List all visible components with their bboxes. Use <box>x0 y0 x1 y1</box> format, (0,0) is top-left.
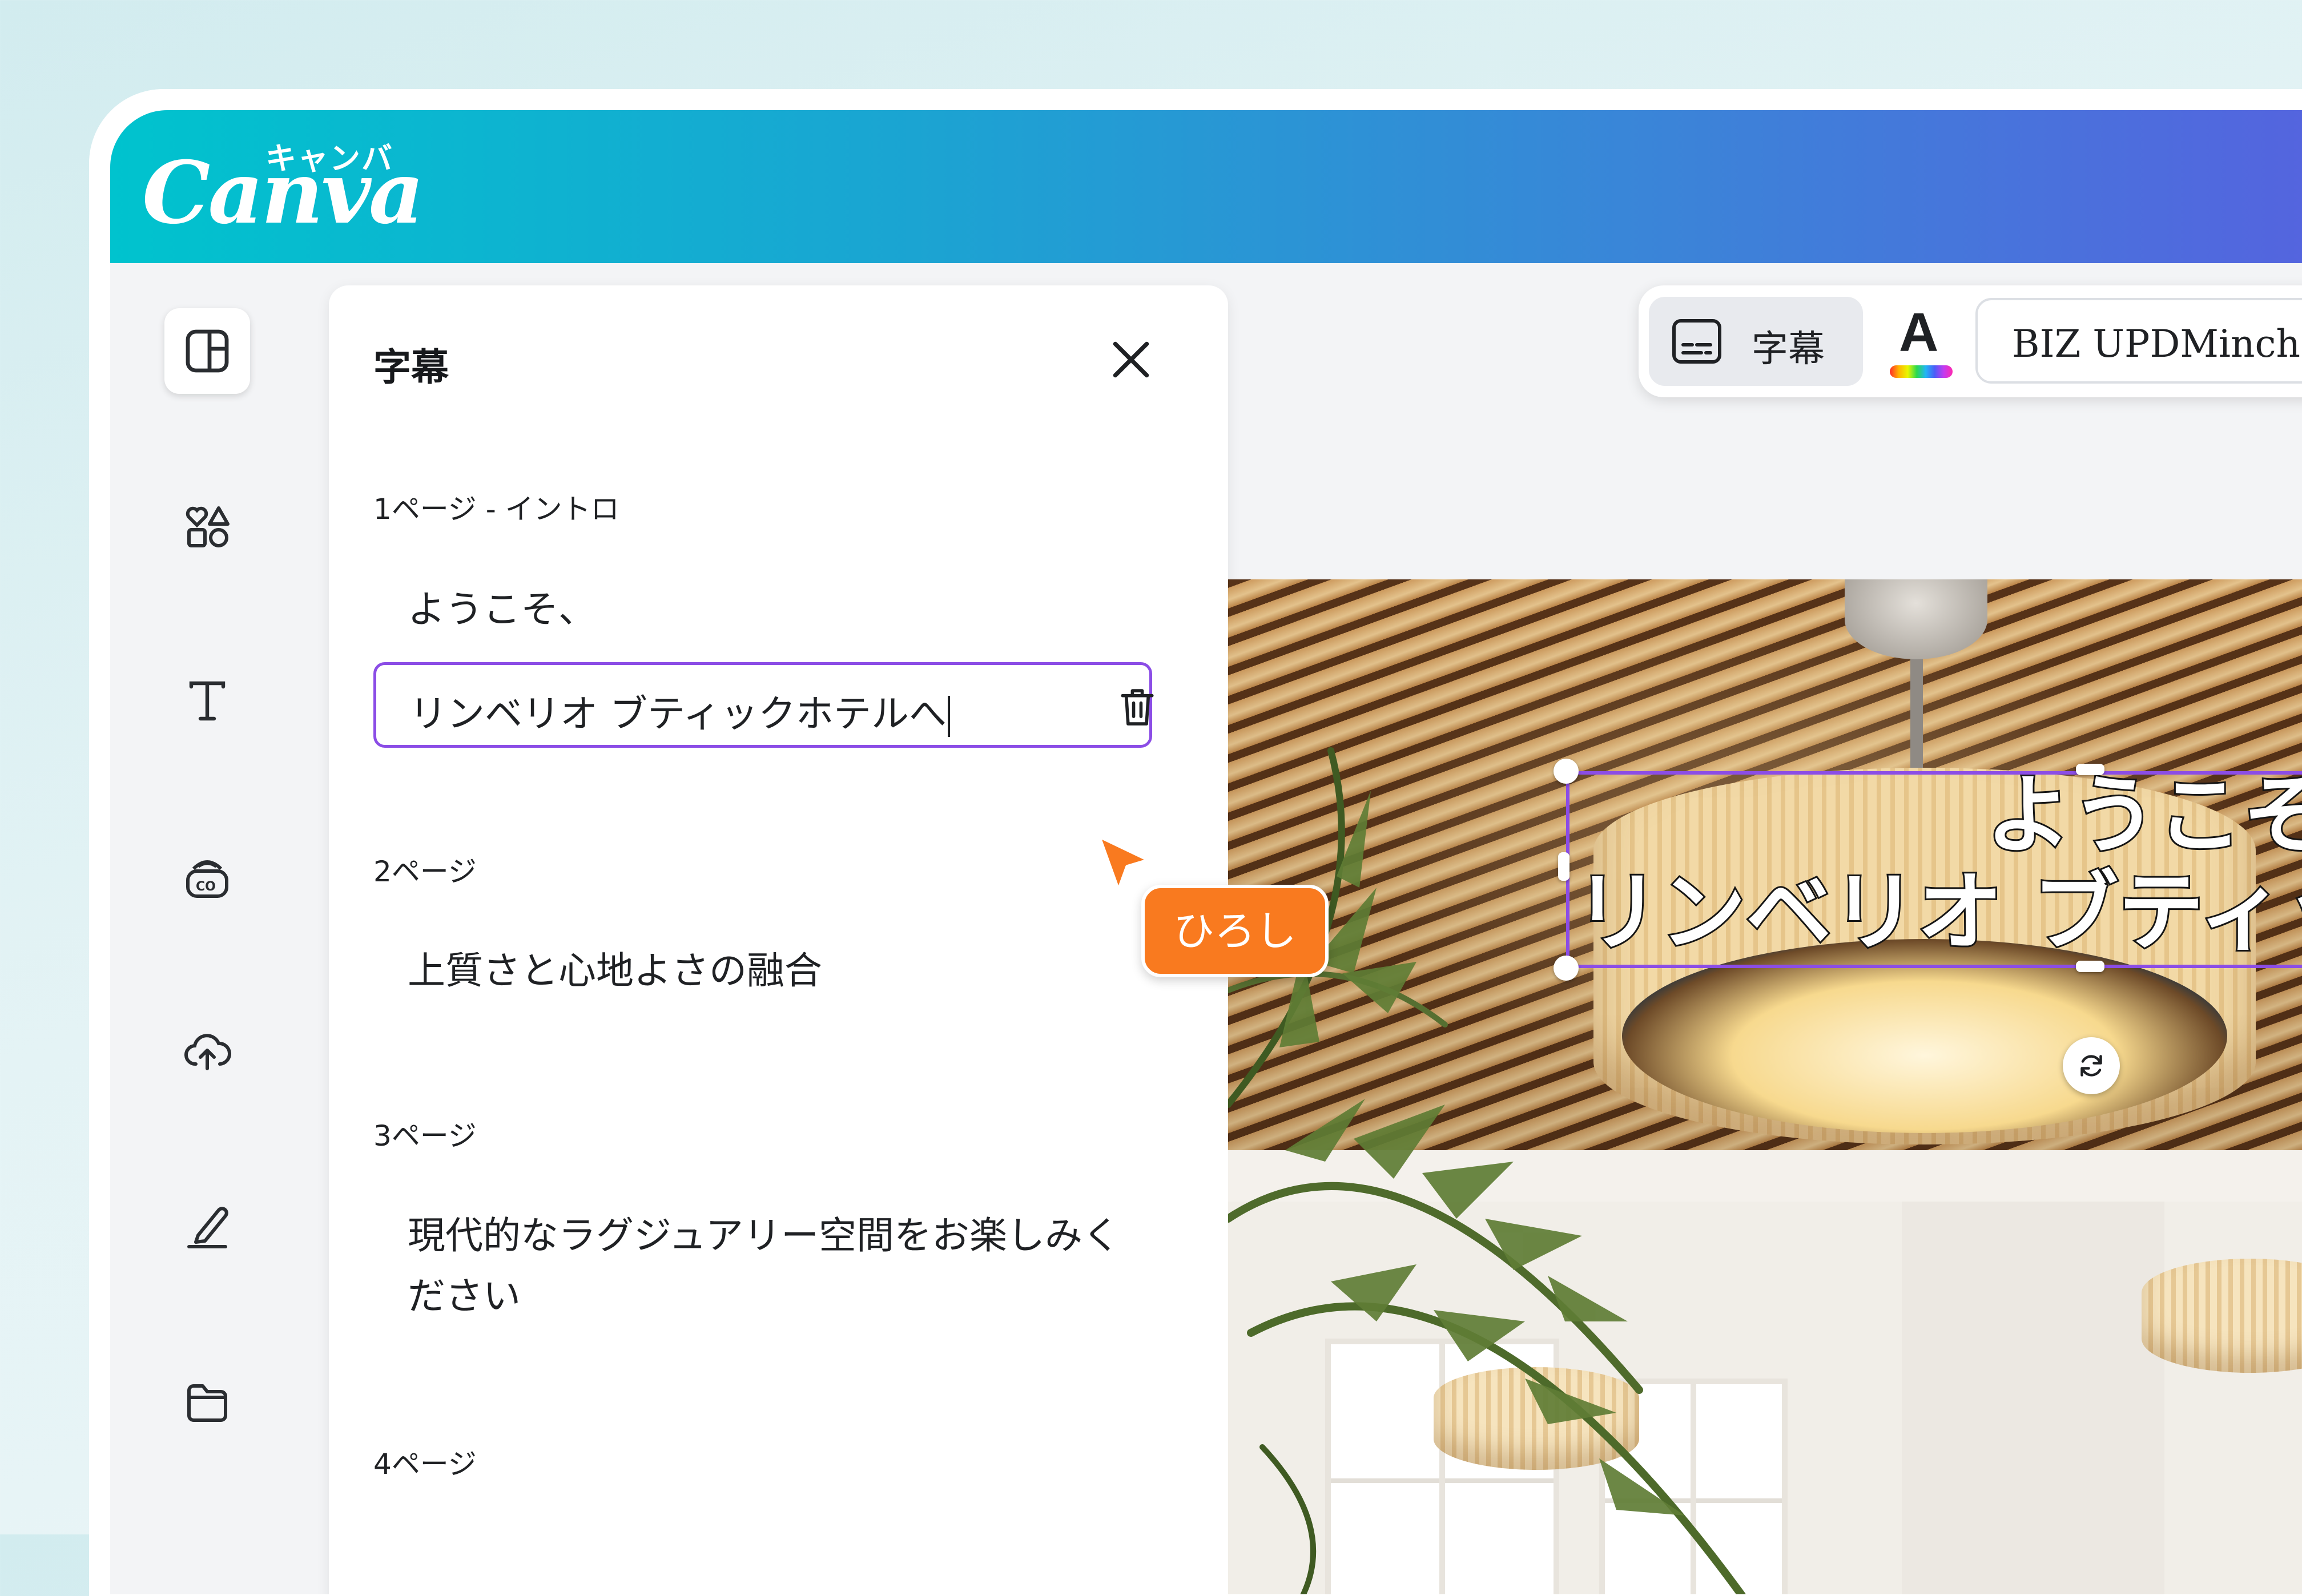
rail-layout-button[interactable] <box>164 308 250 394</box>
caption-edit-field[interactable]: リンベリオ ブティックホテルへ <box>373 662 1154 748</box>
text-toolbar: 字幕 A BIZ UPDMincho <box>1639 285 2302 397</box>
captions-toggle-button[interactable]: 字幕 <box>1649 297 1863 386</box>
canva-editor: キャンバ Canva CO 字幕 1ページ - イントロ ようこそ、 リンベリオ… <box>110 110 2302 1594</box>
page-label-4: 4ページ <box>373 1448 477 1481</box>
draw-icon <box>187 1207 228 1248</box>
resize-handle[interactable] <box>1554 759 1579 784</box>
font-family-select[interactable]: BIZ UPDMincho <box>1975 298 2302 384</box>
side-handle[interactable] <box>2076 764 2104 775</box>
captions-toggle-label: 字幕 <box>1752 328 1825 370</box>
collaborator-name-tag: ひろし <box>1141 885 1329 977</box>
rotate-icon <box>2080 1055 2102 1077</box>
resize-handle[interactable] <box>1554 956 1579 981</box>
close-icon[interactable] <box>1102 331 1160 388</box>
side-handle[interactable] <box>2076 961 2104 972</box>
lamp-canopy <box>1845 579 1987 659</box>
rail-draw-button[interactable] <box>164 1183 250 1269</box>
page-label-1: 1ページ - イントロ <box>373 493 619 526</box>
svg-text:CO: CO <box>196 880 216 894</box>
canva-logo[interactable]: Canva <box>142 150 424 236</box>
text-caret <box>948 695 951 737</box>
elements-icon <box>186 506 230 547</box>
caption-line[interactable]: 上質さと心地よさの融合 <box>408 941 1127 1001</box>
rail-elements-button[interactable] <box>164 482 250 568</box>
page-label-3: 3ページ <box>373 1119 477 1152</box>
rail-uploads-button[interactable] <box>164 1007 250 1093</box>
layout-icon <box>186 329 229 373</box>
rotate-handle[interactable] <box>2063 1037 2120 1094</box>
rainbow-color-bar <box>1890 365 1953 378</box>
text-color-letter: A <box>1899 302 1939 363</box>
panel-title: 字幕 <box>373 345 449 389</box>
folder-icon <box>187 1384 227 1422</box>
upload-cloud-icon <box>184 1034 232 1070</box>
caption-edit-value[interactable]: リンベリオ ブティックホテルへ <box>409 683 951 738</box>
text-selection-box[interactable] <box>1566 771 2302 968</box>
pillar <box>1902 1196 2164 1594</box>
design-canvas-photo[interactable] <box>1228 579 2302 1594</box>
brand-icon: CO <box>186 860 228 898</box>
caption-line[interactable]: ようこそ、 <box>408 579 1127 640</box>
text-icon <box>189 681 226 721</box>
text-color-button[interactable]: A <box>1884 298 1958 384</box>
top-header: キャンバ Canva <box>110 110 2302 263</box>
rail-brand-button[interactable]: CO <box>164 833 250 918</box>
page-label-2: 2ページ <box>373 855 477 888</box>
pendant-lamp <box>2142 1259 2302 1373</box>
trash-icon[interactable] <box>1113 682 1162 731</box>
collaborator-cursor-icon <box>1096 833 1153 894</box>
font-family-value: BIZ UPDMincho <box>2012 322 2302 366</box>
rail-projects-button[interactable] <box>164 1359 250 1445</box>
caption-line[interactable]: 現代的なラグジュアリー空間をお楽しみください <box>408 1206 1127 1327</box>
captions-icon <box>1672 319 1721 364</box>
rail-text-button[interactable] <box>164 658 250 743</box>
captions-panel: 字幕 1ページ - イントロ ようこそ、 リンベリオ ブティックホテルへ 2ペー… <box>329 285 1228 1594</box>
side-handle[interactable] <box>1558 852 1569 881</box>
